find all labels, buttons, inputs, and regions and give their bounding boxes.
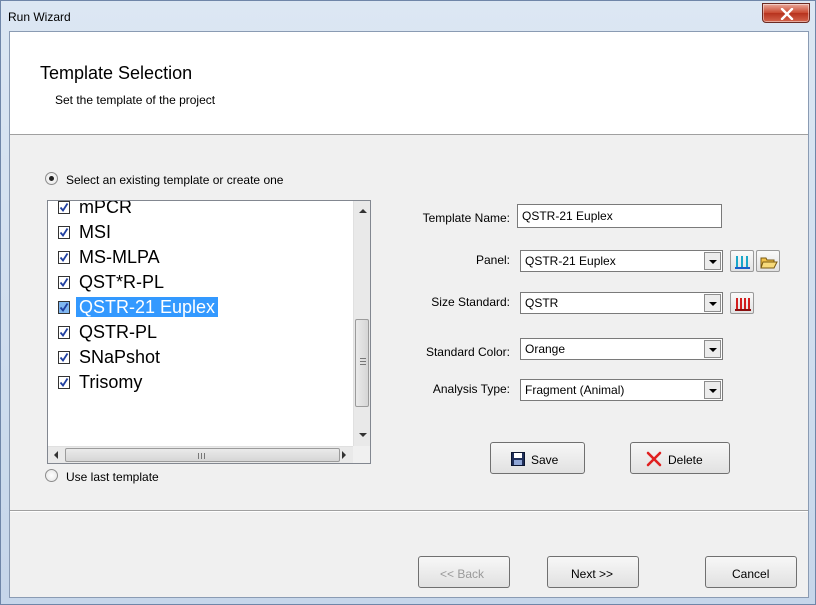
template-list-item[interactable]: mPCR: [56, 200, 296, 219]
template-list-item[interactable]: Trisomy: [56, 370, 296, 394]
scrollbar-corner: [353, 446, 370, 463]
template-list-item[interactable]: MSI: [56, 220, 296, 244]
checkbox-checked-icon[interactable]: [58, 275, 70, 289]
checkbox-checked-icon[interactable]: [58, 225, 70, 239]
cancel-button[interactable]: Cancel: [705, 556, 797, 588]
delete-label: Delete: [668, 453, 703, 467]
open-folder-icon: [760, 257, 778, 269]
template-list-item-label: QSTR-21 Euplex: [76, 297, 219, 317]
template-list-item[interactable]: SNaPshot: [56, 345, 296, 369]
template-list-item[interactable]: MS-MLPA: [56, 245, 296, 269]
template-list[interactable]: mPCR MSI MS-MLPA QST*R-PL QSTR-21 Euplex QSTR…: [47, 200, 371, 464]
vertical-scrollbar[interactable]: [353, 201, 370, 446]
checkbox-checked-icon[interactable]: [58, 250, 70, 264]
panel-view-icon: [735, 256, 750, 269]
analysis-type-select[interactable]: Fragment (Animal): [520, 379, 723, 401]
delete-button[interactable]: Delete: [630, 442, 730, 474]
scroll-left-arrow-icon[interactable]: [54, 451, 58, 459]
standard-color-select[interactable]: Orange: [520, 338, 723, 360]
close-icon: [780, 8, 794, 20]
close-button[interactable]: [762, 3, 810, 23]
template-list-item-label: SNaPshot: [79, 347, 161, 367]
page-title: Template Selection: [40, 63, 193, 83]
horizontal-scrollbar[interactable]: [48, 446, 353, 463]
existing-template-label[interactable]: Select an existing template or create on…: [66, 173, 283, 187]
standard-color-value: Orange: [525, 342, 566, 356]
radio-selected-dot: [49, 176, 54, 181]
template-list-item[interactable]: QSTR-21 Euplex: [56, 295, 296, 319]
standard-color-dropdown-button[interactable]: [704, 340, 721, 358]
standard-color-label: Standard Color:: [425, 345, 510, 359]
template-name-input[interactable]: QSTR-21 Euplex: [517, 204, 722, 228]
existing-template-radio[interactable]: [45, 172, 58, 185]
save-label: Save: [531, 453, 559, 467]
analysis-type-dropdown-button[interactable]: [704, 381, 721, 399]
template-list-item[interactable]: QST*R-PL: [56, 270, 296, 294]
checkbox-checked-icon[interactable]: [58, 325, 70, 339]
title-bar[interactable]: Run Wizard: [2, 2, 814, 30]
template-list-item-label: QST*R-PL: [79, 272, 165, 292]
wizard-client-area: Template Selection Set the template of t…: [9, 31, 809, 598]
run-wizard-window: Run Wizard Template Selection Set the te…: [0, 0, 816, 605]
floppy-disk-icon: [511, 452, 525, 466]
panel-dropdown-button[interactable]: [704, 252, 721, 270]
scroll-right-arrow-icon[interactable]: [342, 451, 346, 459]
template-name-value: QSTR-21 Euplex: [522, 209, 613, 223]
window-title: Run Wizard: [8, 10, 71, 24]
panel-value: QSTR-21 Euplex: [525, 254, 616, 268]
panel-view-button[interactable]: [730, 250, 754, 272]
template-list-item-label: MS-MLPA: [79, 247, 160, 267]
size-standard-icon: [735, 298, 751, 311]
last-template-radio[interactable]: [45, 469, 58, 482]
size-standard-dropdown-button[interactable]: [704, 294, 721, 312]
thumb-grip-icon: [198, 453, 199, 459]
page-subtitle: Set the template of the project: [55, 93, 216, 107]
template-list-item-label: mPCR: [79, 200, 132, 217]
open-folder-button[interactable]: [756, 250, 780, 272]
template-list-item[interactable]: QSTR-PL: [56, 320, 296, 344]
template-list-item-label: Trisomy: [79, 372, 143, 392]
red-x-icon: [646, 451, 662, 467]
back-label: << Back: [440, 567, 485, 581]
size-standard-label: Size Standard:: [431, 295, 510, 309]
size-standard-select[interactable]: QSTR: [520, 292, 723, 314]
checkbox-checked-icon[interactable]: [58, 300, 70, 314]
checkbox-checked-icon[interactable]: [58, 375, 70, 389]
analysis-type-value: Fragment (Animal): [525, 383, 625, 397]
cancel-label: Cancel: [732, 567, 770, 581]
back-button[interactable]: << Back: [418, 556, 510, 588]
template-name-label: Template Name:: [422, 211, 510, 225]
wizard-header: Template Selection Set the template of t…: [10, 32, 808, 135]
scroll-down-arrow-icon[interactable]: [359, 433, 367, 437]
size-standard-view-button[interactable]: [730, 292, 754, 314]
next-label: Next >>: [571, 567, 614, 581]
analysis-type-label: Analysis Type:: [432, 382, 510, 396]
horizontal-scroll-thumb[interactable]: [65, 448, 340, 462]
save-button[interactable]: Save: [490, 442, 585, 474]
checkbox-checked-icon[interactable]: [58, 200, 70, 214]
template-list-item-label: QSTR-PL: [79, 322, 158, 342]
checkbox-checked-icon[interactable]: [58, 350, 70, 364]
last-template-label[interactable]: Use last template: [66, 470, 159, 484]
template-list-item-label: MSI: [79, 222, 112, 242]
size-standard-value: QSTR: [525, 296, 559, 310]
panel-select[interactable]: QSTR-21 Euplex: [520, 250, 723, 272]
footer-separator: [10, 510, 808, 512]
panel-label: Panel:: [475, 253, 510, 267]
next-button[interactable]: Next >>: [547, 556, 639, 588]
